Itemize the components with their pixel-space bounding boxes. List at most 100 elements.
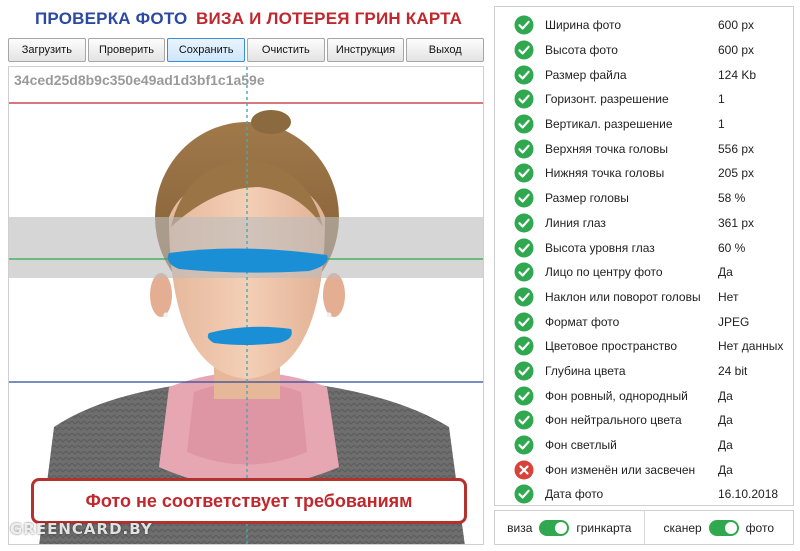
check-value: 361 px	[718, 215, 755, 230]
check-value: Да	[718, 438, 733, 453]
check-ok-icon	[514, 361, 534, 381]
visa-greencard-switch[interactable]	[539, 519, 570, 536]
check-row: Вертикал. разрешение 1	[495, 112, 793, 137]
check-value: JPEG	[718, 314, 750, 329]
photo-image	[9, 67, 483, 544]
save-button[interactable]: Сохранить	[167, 38, 246, 62]
source-toggle-left-label: сканер	[663, 520, 702, 535]
check-ok-icon	[514, 163, 534, 183]
check-ok-icon	[514, 89, 534, 109]
check-label: Горизонт. разрешение	[545, 92, 669, 107]
check-ok-icon	[514, 65, 534, 85]
app-title-visa-lottery: ВИЗА И ЛОТЕРЕЯ ГРИН КАРТА	[196, 9, 463, 28]
check-row: Фон нейтрального цвета Да	[495, 408, 793, 433]
check-row: Формат фото JPEG	[495, 309, 793, 334]
check-ok-icon	[514, 262, 534, 282]
check-row: Высота уровня глаз 60 %	[495, 235, 793, 260]
mode-toggle-right-label: гринкарта	[576, 520, 632, 535]
check-label: Формат фото	[545, 314, 620, 329]
check-label: Лицо по центру фото	[545, 265, 663, 280]
check-label: Фон изменён или засвечен	[545, 462, 696, 477]
check-label: Фон светлый	[545, 438, 617, 453]
check-ok-icon	[514, 336, 534, 356]
check-ok-icon	[514, 40, 534, 60]
check-fail-icon	[514, 460, 534, 480]
check-ok-icon	[514, 15, 534, 35]
check-label: Размер головы	[545, 191, 629, 206]
check-label: Фон ровный, однородный	[545, 388, 688, 403]
check-label: Высота фото	[545, 43, 618, 58]
check-value: Да	[718, 265, 733, 280]
check-row: Нижняя точка головы 205 px	[495, 161, 793, 186]
check-value: 1	[718, 92, 725, 107]
check-value: 556 px	[718, 141, 755, 156]
check-row: Ширина фото 600 px	[495, 13, 793, 38]
clear-button[interactable]: Очистить	[247, 38, 325, 62]
toggle-bar: виза гринкарта сканер фото	[494, 510, 794, 545]
check-label: Нижняя точка головы	[545, 166, 665, 181]
check-value: Нет	[718, 289, 739, 304]
check-value: Да	[718, 413, 733, 428]
check-value: 16.10.2018	[718, 487, 779, 502]
warning-text: Фото не соответствует требованиям	[85, 490, 413, 511]
checks-panel: Ширина фото 600 px Высота фото 600 px Размер…	[494, 6, 794, 506]
check-value: 24 bit	[718, 363, 748, 378]
check-ok-icon	[514, 435, 534, 455]
load-button[interactable]: Загрузить	[8, 38, 86, 62]
check-row: Фон светлый Да	[495, 433, 793, 458]
check-ok-icon	[514, 213, 534, 233]
source-toggle-group: сканер фото	[643, 511, 794, 544]
check-ok-icon	[514, 139, 534, 159]
check-row: Фон ровный, однородный Да	[495, 383, 793, 408]
check-ok-icon	[514, 410, 534, 430]
check-row: Верхняя точка головы 556 px	[495, 136, 793, 161]
check-value: 600 px	[718, 43, 755, 58]
check-label: Ширина фото	[545, 18, 622, 33]
check-label: Цветовое пространство	[545, 339, 678, 354]
check-ok-icon	[514, 188, 534, 208]
exit-button[interactable]: Выход	[406, 38, 485, 62]
check-ok-icon	[514, 312, 534, 332]
watermark: GREENCARD.BY	[10, 520, 153, 538]
check-label: Размер файла	[545, 67, 627, 82]
check-value: 124 Kb	[718, 67, 757, 82]
photo-preview[interactable]: 34ced25d8b9c350e49ad1d3bf1c1a59e Фото не…	[8, 66, 484, 545]
checks-list: Ширина фото 600 px Высота фото 600 px Размер…	[495, 13, 793, 507]
check-ok-icon	[514, 386, 534, 406]
app-title-photo-check: ПРОВЕРКА ФОТО	[35, 9, 188, 28]
check-row: Дата фото 16.10.2018	[495, 482, 793, 507]
check-label: Глубина цвета	[545, 363, 626, 378]
check-row: Высота фото 600 px	[495, 38, 793, 63]
check-label: Вертикал. разрешение	[545, 117, 673, 132]
check-value: 60 %	[718, 240, 746, 255]
mode-toggle-left-label: виза	[507, 520, 533, 535]
check-label: Линия глаз	[545, 215, 606, 230]
check-value: 600 px	[718, 18, 755, 33]
check-value: 205 px	[718, 166, 755, 181]
scanner-photo-switch[interactable]	[708, 519, 739, 536]
check-row: Глубина цвета 24 bit	[495, 359, 793, 384]
check-value: 1	[718, 117, 725, 132]
check-row: Наклон или поворот головы Нет	[495, 285, 793, 310]
check-value: Нет данных	[718, 339, 784, 354]
photo-hash: 34ced25d8b9c350e49ad1d3bf1c1a59e	[14, 72, 265, 88]
check-row: Фон изменён или засвечен Да	[495, 457, 793, 482]
check-ok-icon	[514, 287, 534, 307]
mode-toggle-group: виза гринкарта	[495, 511, 644, 544]
check-label: Фон нейтрального цвета	[545, 413, 682, 428]
check-row: Размер головы 58 %	[495, 186, 793, 211]
check-label: Верхняя точка головы	[545, 141, 669, 156]
check-ok-icon	[514, 238, 534, 258]
check-row: Горизонт. разрешение 1	[495, 87, 793, 112]
check-button[interactable]: Проверить	[87, 38, 166, 62]
app-window: ПРОВЕРКА ФОТО ВИЗА И ЛОТЕРЕЯ ГРИН КАРТА …	[0, 0, 800, 551]
toolbar: Загрузить Проверить Сохранить Очистить И…	[8, 38, 485, 62]
warning-banner: Фото не соответствует требованиям	[31, 478, 467, 524]
check-value: 58 %	[718, 191, 746, 206]
check-value: Да	[718, 462, 733, 477]
instructions-button[interactable]: Инструкция	[326, 38, 405, 62]
check-label: Высота уровня глаз	[545, 240, 655, 255]
check-row: Размер файла 124 Kb	[495, 62, 793, 87]
check-value: Да	[718, 388, 733, 403]
check-row: Линия глаз 361 px	[495, 211, 793, 236]
